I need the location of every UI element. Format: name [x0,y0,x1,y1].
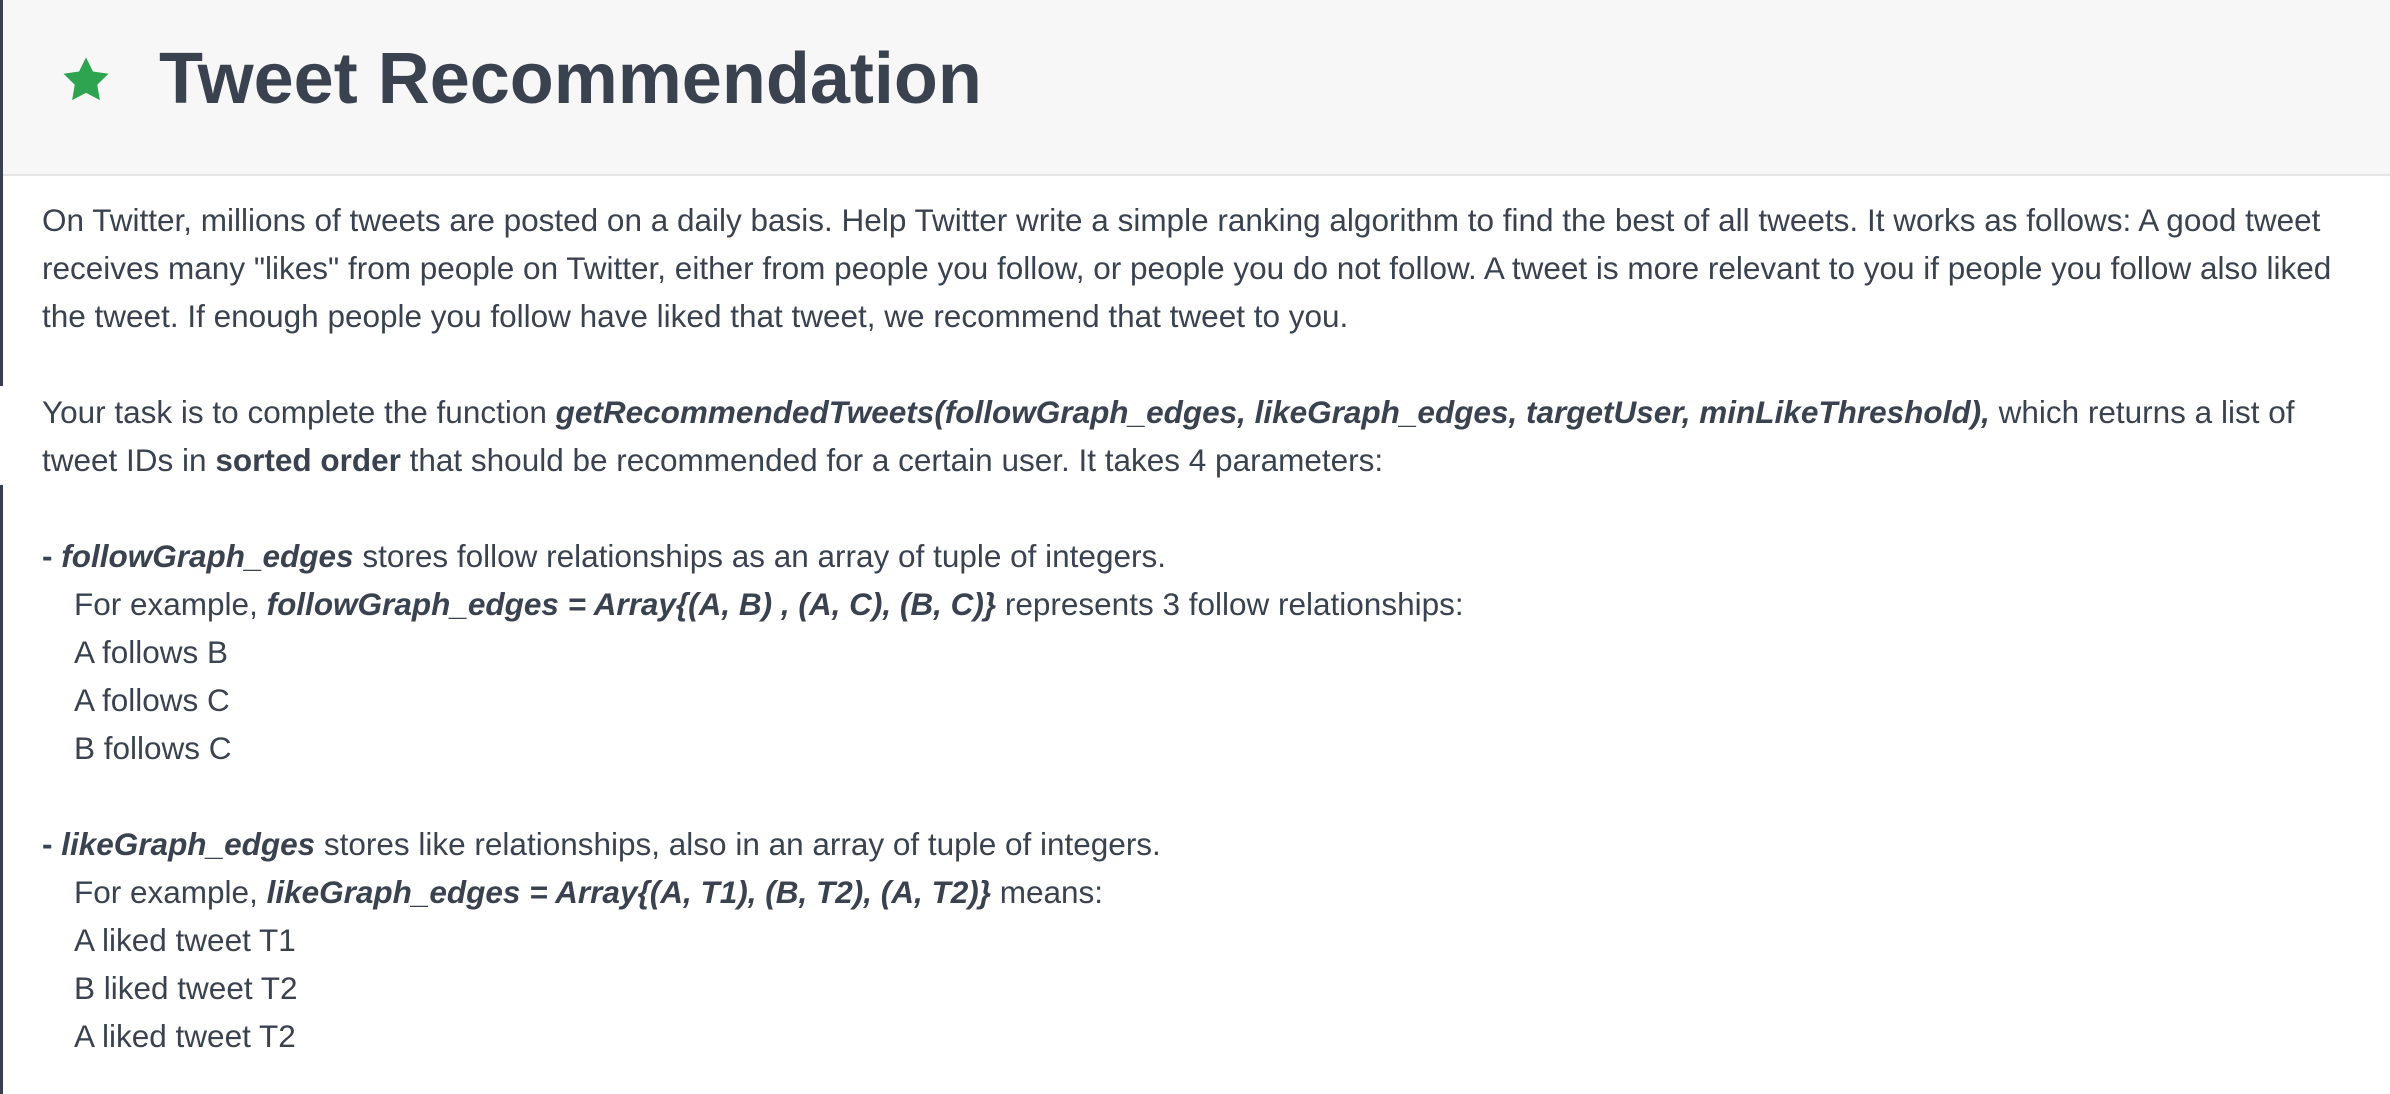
follow-example-line: A follows B [74,634,229,670]
follow-param-example: For example, followGraph_edges = Array{(… [42,580,2362,628]
follow-param-name: followGraph_edges [61,538,354,574]
like-example-prefix: For example, [74,874,267,910]
like-param-description: stores like relationships, also in an ar… [315,826,1161,862]
like-param-dash: - [42,826,62,862]
sorted-order-emphasis: sorted order [215,442,401,478]
task-suffix: that should be recommended for a certain… [400,442,1384,478]
star-icon[interactable] [59,54,113,108]
like-example-line: B liked tweet T2 [74,970,298,1006]
follow-param-heading: - followGraph_edges stores follow relati… [42,532,2362,580]
follow-example-prefix: For example, [74,586,267,622]
like-param-name: likeGraph_edges [61,826,316,862]
like-example-code: likeGraph_edges = Array{(A, T1), (B, T2)… [266,874,991,910]
page-title: Tweet Recommendation [159,39,982,119]
task-prefix: Your task is to complete the function [42,394,556,430]
like-param-heading: - likeGraph_edges stores like relationsh… [42,820,2362,868]
function-signature: getRecommendedTweets(followGraph_edges, … [555,394,1990,430]
follow-example-line: B follows C [74,730,232,766]
like-example-line: A liked tweet T1 [74,922,296,958]
like-example-line: A liked tweet T2 [74,1018,296,1054]
challenge-header: Tweet Recommendation [3,0,2390,176]
left-border-bottom [0,485,3,1094]
follow-param-dash: - [42,538,62,574]
like-example-suffix: means: [990,874,1104,910]
follow-example-code: followGraph_edges = Array{(A, B) , (A, C… [266,586,997,622]
intro-paragraph: On Twitter, millions of tweets are poste… [42,202,2332,334]
problem-statement: On Twitter, millions of tweets are poste… [42,196,2362,1060]
follow-example-line: A follows C [74,682,230,718]
follow-param-description: stores follow relationships as an array … [353,538,1166,574]
follow-example-suffix: represents 3 follow relationships: [996,586,1464,622]
like-param-example: For example, likeGraph_edges = Array{(A,… [42,868,2362,916]
task-paragraph: Your task is to complete the function ge… [42,388,2362,484]
